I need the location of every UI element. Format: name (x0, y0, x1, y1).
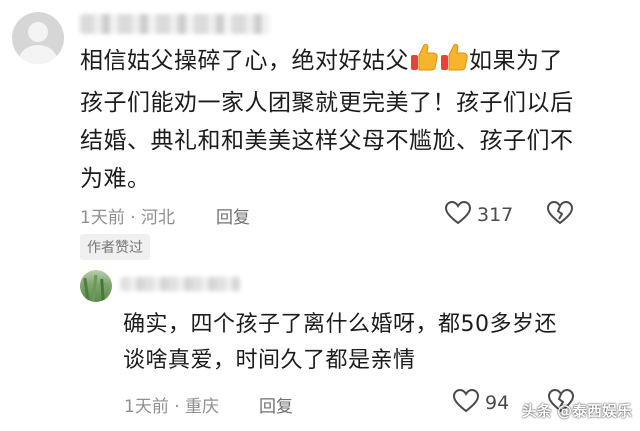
like-count: 317 (477, 204, 514, 226)
reply-user-avatar[interactable] (80, 270, 112, 302)
meta-separator: · (130, 208, 136, 228)
default-avatar-body (19, 45, 57, 64)
reply-line: 确实，四个孩子了离什么婚呀，都50多岁还 (123, 312, 557, 337)
comment-body: 相信姑父操碎了心，绝对好姑父 如果为了 孩子们能劝一家人团聚就更完美了！孩子们以… (80, 42, 580, 198)
thumbs-up-icon (410, 42, 438, 84)
comment-line: 为难。 (80, 166, 151, 192)
reply-body: 确实，四个孩子了离什么婚呀，都50多岁还 谈啥真爱，时间久了都是亲情 (123, 307, 583, 379)
reply-line: 谈啥真爱，时间久了都是亲情 (123, 348, 416, 373)
author-liked-badge: 作者赞过 (80, 234, 150, 260)
comment-time: 1天前 (80, 208, 125, 228)
comment-meta: 1天前 · 河北 (80, 203, 175, 228)
comment-line: 孩子们能劝一家人团聚就更完美了！孩子们以后 (80, 90, 574, 116)
avatar-grass (91, 274, 98, 302)
reply-reply-button[interactable]: 回复 (259, 392, 293, 417)
blurred-username[interactable] (80, 14, 270, 34)
reply-location: 重庆 (185, 397, 220, 417)
blurred-reply-username[interactable] (120, 277, 240, 291)
reply-meta: 1天前 · 重庆 (124, 392, 219, 417)
reply-button[interactable]: 回复 (216, 203, 250, 228)
meta-separator: · (174, 397, 180, 417)
thumbs-up-icon (440, 42, 468, 84)
heart-icon (452, 388, 480, 417)
reply-like-count: 94 (485, 392, 510, 414)
comment-line: 相信姑父操碎了心，绝对好姑父 如果为了 (80, 42, 580, 84)
watermark: 头条 @泰西娱乐 (521, 402, 632, 420)
user-avatar[interactable] (12, 12, 64, 64)
like-button[interactable]: 317 (444, 200, 514, 229)
heart-icon (444, 200, 472, 229)
reply-time: 1天前 (124, 397, 169, 417)
dislike-button[interactable] (546, 200, 574, 229)
default-avatar-head (28, 22, 48, 42)
comment-line: 结婚、典礼和和美美这样父母不尴尬、孩子们不 (80, 128, 574, 154)
comment-location: 河北 (141, 208, 176, 228)
reply-like-button[interactable]: 94 (452, 388, 510, 417)
avatar-grass (83, 277, 90, 302)
broken-heart-icon (546, 200, 574, 229)
avatar-grass (100, 278, 105, 302)
